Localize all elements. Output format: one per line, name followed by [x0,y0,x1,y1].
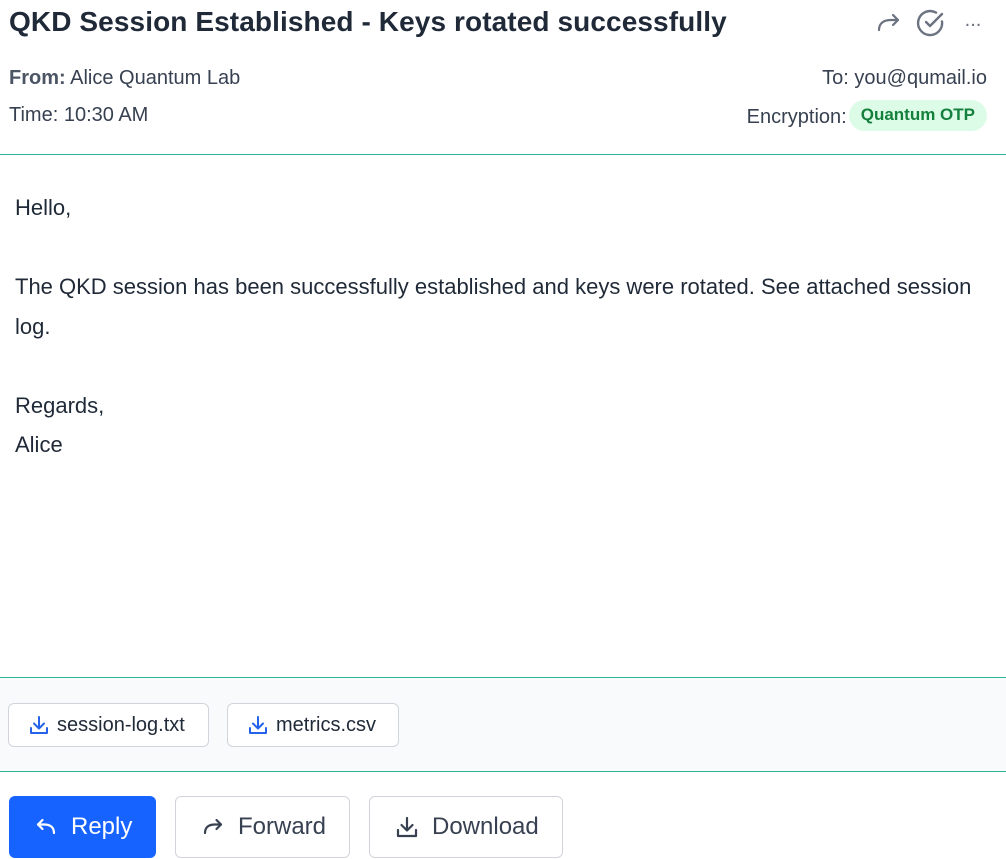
from-row: From: Alice Quantum Lab [9,67,240,90]
email-signature: Alice [15,432,63,457]
from-label: From: [9,67,66,89]
forward-button[interactable]: Forward [175,796,350,858]
forward-icon [202,818,224,836]
attachment-name: session-log.txt [57,713,185,736]
download-button[interactable]: Download [369,796,563,858]
encryption-row: Encryption: Quantum OTP [747,100,987,131]
time-row: Time: 10:30 AM [9,104,148,127]
attachments-bar: session-log.txt metrics.csv [0,677,1006,772]
from-value: Alice Quantum Lab [70,67,241,89]
download-label: Download [432,813,539,840]
time-label: Time: [9,104,59,126]
to-value: you@qumail.io [854,67,987,89]
email-subject: QKD Session Established - Keys rotated s… [9,6,727,37]
check-circle-icon[interactable] [916,8,946,38]
to-label: To: [822,67,849,89]
reply-icon [35,818,57,836]
download-icon [248,715,268,735]
more-options-icon[interactable]: ... [958,8,988,38]
forward-arrow-icon[interactable] [874,8,904,38]
email-greeting: Hello, [15,195,72,220]
attachment-metrics[interactable]: metrics.csv [227,703,399,747]
header-actions: ... [874,8,988,38]
reply-button[interactable]: Reply [9,796,156,858]
download-icon [396,816,418,838]
to-row: To: you@qumail.io [822,67,987,90]
encryption-label: Encryption: [746,106,847,128]
forward-label: Forward [238,813,327,840]
email-paragraph: The QKD session has been successfully es… [15,274,972,339]
reply-label: Reply [71,813,133,840]
attachment-session-log[interactable]: session-log.txt [8,703,209,747]
email-body: Hello, The QKD session has been successf… [15,188,995,465]
email-header: QKD Session Established - Keys rotated s… [0,0,1006,155]
encryption-badge: Quantum OTP [848,100,987,131]
time-value: 10:30 AM [63,104,149,126]
download-icon [29,715,49,735]
attachment-name: metrics.csv [276,713,376,736]
email-closing: Regards, [15,392,105,418]
